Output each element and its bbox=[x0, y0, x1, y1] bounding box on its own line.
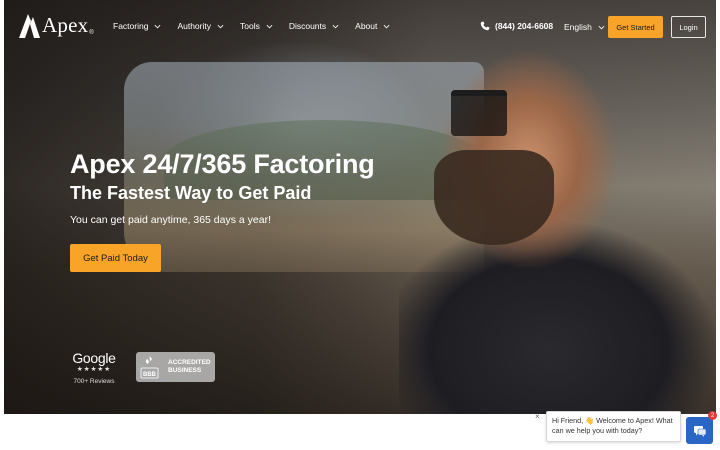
menu-item-label: About bbox=[355, 21, 378, 31]
bbb-accredited-badge[interactable]: BBB ACCREDITED BUSINESS bbox=[136, 352, 215, 382]
menu-item-discounts[interactable]: Discounts bbox=[289, 21, 339, 31]
bbb-line2: BUSINESS bbox=[168, 367, 202, 374]
phone-icon bbox=[480, 21, 490, 31]
bbb-text: ACCREDITED BUSINESS bbox=[168, 359, 211, 375]
apex-logo[interactable]: Apex ® bbox=[18, 12, 94, 38]
bbb-seal-icon: BBB bbox=[140, 356, 159, 379]
menu-item-label: Tools bbox=[239, 21, 260, 31]
google-rating-stars: ★★★★★ bbox=[76, 366, 112, 373]
menu-item-about[interactable]: About bbox=[355, 21, 390, 31]
menu-item-factoring[interactable]: Factoring bbox=[113, 21, 161, 31]
google-logo: Google bbox=[72, 350, 116, 366]
menu-item-label: Factoring bbox=[113, 21, 149, 31]
google-review-count: 700+ Reviews bbox=[73, 378, 115, 385]
hero-driver-beard bbox=[434, 150, 554, 245]
chat-icon bbox=[693, 425, 706, 437]
get-paid-today-button[interactable]: Get Paid Today bbox=[70, 244, 161, 272]
hero-driver-glasses bbox=[451, 90, 507, 136]
menu-item-label: Authority bbox=[177, 21, 211, 31]
get-started-button[interactable]: Get Started bbox=[608, 16, 663, 38]
phone-number: (844) 204-6608 bbox=[495, 21, 554, 31]
hero-description: You can get paid anytime, 365 days a yea… bbox=[70, 214, 271, 226]
bbb-seal-text: BBB bbox=[143, 372, 157, 378]
chevron-down-icon bbox=[217, 24, 224, 28]
menu-item-authority[interactable]: Authority bbox=[177, 21, 224, 31]
chat-launcher-button[interactable] bbox=[686, 417, 713, 444]
main-menu: Factoring Authority Tools Discounts Abou… bbox=[113, 21, 406, 31]
chat-close-icon[interactable]: × bbox=[535, 413, 543, 421]
bbb-line1: ACCREDITED bbox=[168, 359, 211, 366]
chevron-down-icon bbox=[266, 24, 273, 28]
hero-subtitle: The Fastest Way to Get Paid bbox=[70, 183, 312, 203]
google-reviews-badge[interactable]: Google ★★★★★ 700+ Reviews bbox=[70, 350, 118, 385]
apex-logo-icon bbox=[19, 14, 40, 38]
hero-title: Apex 24/7/365 Factoring bbox=[70, 149, 375, 179]
chevron-down-icon bbox=[383, 24, 390, 28]
menu-item-tools[interactable]: Tools bbox=[240, 21, 273, 31]
chevron-down-icon bbox=[155, 24, 161, 28]
language-label: English bbox=[564, 22, 592, 32]
login-button[interactable]: Login bbox=[671, 16, 706, 38]
chevron-down-icon bbox=[332, 24, 339, 28]
language-selector[interactable]: English bbox=[564, 22, 605, 32]
top-navigation: Apex ® Factoring Authority Tools Discoun… bbox=[4, 0, 716, 56]
menu-item-label: Discounts bbox=[288, 21, 327, 31]
chevron-down-icon bbox=[598, 25, 605, 29]
phone-link[interactable]: (844) 204-6608 bbox=[480, 21, 553, 31]
chat-unread-badge: 2 bbox=[708, 411, 717, 420]
chat-greeting-bubble[interactable]: Hi Friend, 👋 Welcome to Apex! What can w… bbox=[546, 411, 681, 442]
logo-wordmark: Apex bbox=[42, 13, 89, 37]
logo-registered-mark: ® bbox=[89, 30, 94, 36]
